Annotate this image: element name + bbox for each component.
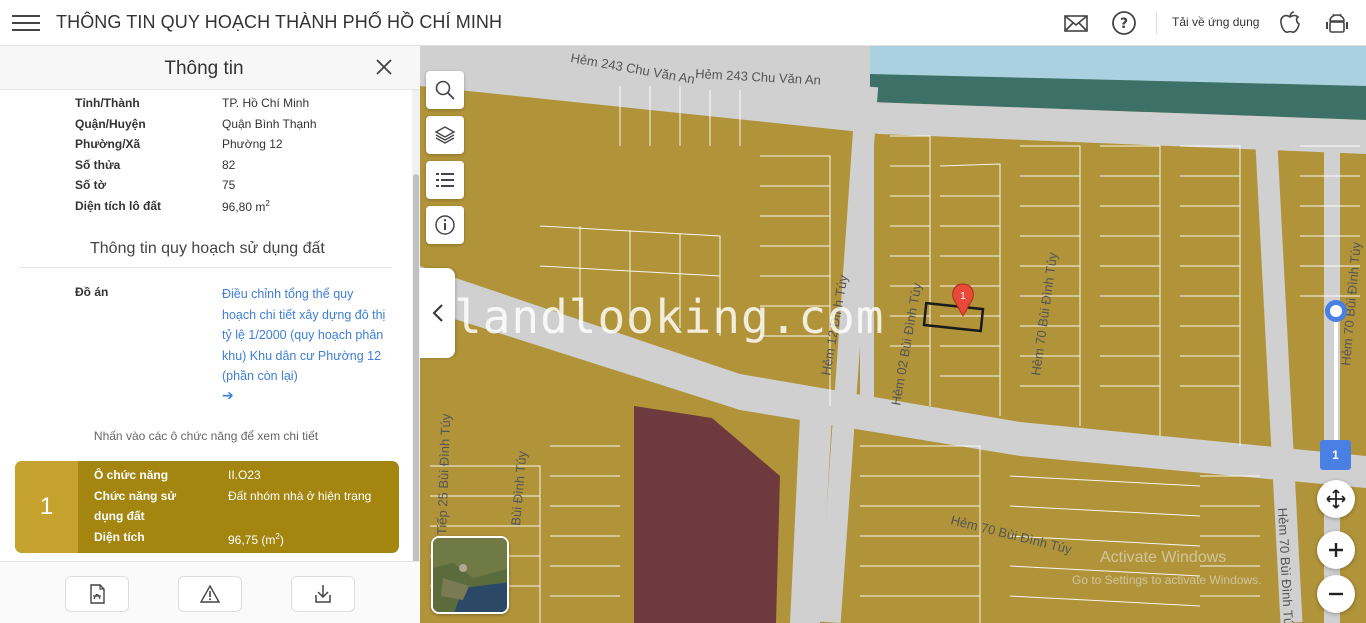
sidebar-scrollbar[interactable] — [412, 90, 420, 564]
satellite-thumbnail-image — [433, 538, 507, 612]
hint-text: Nhấn vào các ô chức năng để xem chi tiết — [93, 429, 319, 443]
project-label: Đồ án — [75, 285, 109, 299]
info-value: Phường 12 — [222, 137, 283, 151]
info-value: TP. Hồ Chí Minh — [222, 96, 310, 110]
arrow-right-icon[interactable]: ➔ — [222, 387, 234, 404]
info-value: Quận Bình Thạnh — [222, 117, 317, 131]
crosshair-icon — [1326, 489, 1346, 509]
slider-handle[interactable] — [1325, 300, 1347, 322]
activation-overlay-text: Go to Settings to activate Windows. — [1072, 573, 1262, 587]
project-link[interactable]: Điều chỉnh tổng thể quy hoạch chi tiết x… — [222, 284, 387, 387]
info-icon — [435, 215, 455, 235]
map-layers-button[interactable] — [426, 116, 464, 154]
function-label: Chức năng sử dụng đất — [94, 489, 177, 523]
info-sidebar: Thông tin Tỉnh/Thành TP. Hồ Chí Minh Quậ… — [0, 46, 420, 623]
info-label: Tỉnh/Thành — [75, 96, 140, 110]
area-value: 96,75 (m — [228, 533, 276, 547]
map-search-button[interactable] — [426, 71, 464, 109]
basemap-thumbnail[interactable] — [431, 536, 509, 614]
menu-icon — [12, 15, 40, 17]
area-suffix: ) — [279, 533, 284, 547]
download-icon — [315, 585, 331, 603]
layer-badge[interactable]: 1 — [1320, 440, 1351, 470]
list-icon — [436, 173, 454, 187]
sidebar-header: Thông tin — [0, 46, 420, 90]
info-label: Diện tích lô đất — [75, 199, 162, 213]
function-label: Diện tích — [94, 530, 145, 544]
search-icon — [435, 80, 455, 100]
menu-icon-line — [12, 29, 40, 31]
info-value: 96,80 m2 — [222, 199, 270, 214]
plan-section-heading: Thông tin quy hoạch sử dụng đất — [90, 240, 325, 257]
report-button[interactable] — [178, 576, 242, 612]
function-value: Đất nhóm nhà ở hiện trạng — [228, 489, 372, 503]
function-zone-card[interactable]: 1 Ô chức năng II.O23 Chức năng sử dụng đ… — [15, 461, 399, 553]
info-label: Số tờ — [75, 178, 107, 192]
header-separator — [1156, 12, 1157, 34]
info-label: Phường/Xã — [75, 137, 141, 151]
info-value: 75 — [222, 178, 236, 192]
locate-button[interactable] — [1317, 480, 1355, 518]
scrollbar-thumb[interactable] — [413, 174, 419, 564]
section-divider — [20, 267, 392, 268]
function-zone-number: 1 — [15, 461, 78, 553]
function-value: 96,75 (m2) — [228, 527, 284, 550]
top-header: THÔNG TIN QUY HOẠCH THÀNH PHỐ HỒ CHÍ MIN… — [0, 0, 1366, 46]
map-watermark: landlooking.com — [454, 290, 885, 344]
document-icon — [90, 584, 105, 604]
sidebar-title: Thông tin — [164, 58, 244, 79]
warning-icon — [199, 584, 221, 603]
info-label: Quận/Huyện — [75, 117, 146, 131]
zoom-out-button[interactable] — [1317, 575, 1355, 613]
function-label: Ô chức năng — [94, 468, 169, 482]
menu-button[interactable] — [12, 11, 40, 35]
sidebar-footer — [0, 561, 420, 623]
map-info-button[interactable] — [426, 206, 464, 244]
menu-icon-line — [12, 22, 40, 24]
apple-icon[interactable] — [1276, 10, 1304, 36]
download-button[interactable] — [291, 576, 355, 612]
activation-overlay-title: Activate Windows — [1100, 549, 1227, 566]
close-sidebar-button[interactable] — [373, 56, 395, 78]
zoom-in-button[interactable] — [1317, 531, 1355, 569]
layers-icon — [434, 126, 456, 144]
map-legend-button[interactable] — [426, 161, 464, 199]
info-value: 82 — [222, 158, 236, 172]
map-view[interactable]: 1 Hẻm 243 Chu Văn An Hẻm 243 Chu Văn An … — [420, 46, 1366, 623]
document-button[interactable] — [65, 576, 129, 612]
chevron-left-icon — [432, 304, 443, 322]
android-icon[interactable] — [1323, 10, 1351, 36]
area-unit-sup: 2 — [265, 199, 270, 208]
info-label: Số thửa — [75, 158, 121, 172]
plus-icon — [1329, 543, 1343, 557]
close-icon — [376, 59, 392, 75]
app-title: THÔNG TIN QUY HOẠCH THÀNH PHỐ HỒ CHÍ MIN… — [56, 12, 503, 32]
mail-icon[interactable] — [1062, 10, 1090, 36]
svg-text:?: ? — [1120, 16, 1128, 32]
function-value: II.O23 — [228, 468, 261, 482]
collapse-sidebar-button[interactable] — [420, 268, 455, 358]
download-app-label: Tải về ứng dụng — [1172, 15, 1260, 29]
help-icon[interactable]: ? — [1110, 10, 1138, 36]
app-root: THÔNG TIN QUY HOẠCH THÀNH PHỐ HỒ CHÍ MIN… — [0, 0, 1366, 623]
area-value: 96,80 m — [222, 200, 266, 214]
map-marker-label: 1 — [960, 291, 966, 302]
slider-track[interactable] — [1334, 310, 1338, 460]
minus-icon — [1329, 592, 1343, 596]
